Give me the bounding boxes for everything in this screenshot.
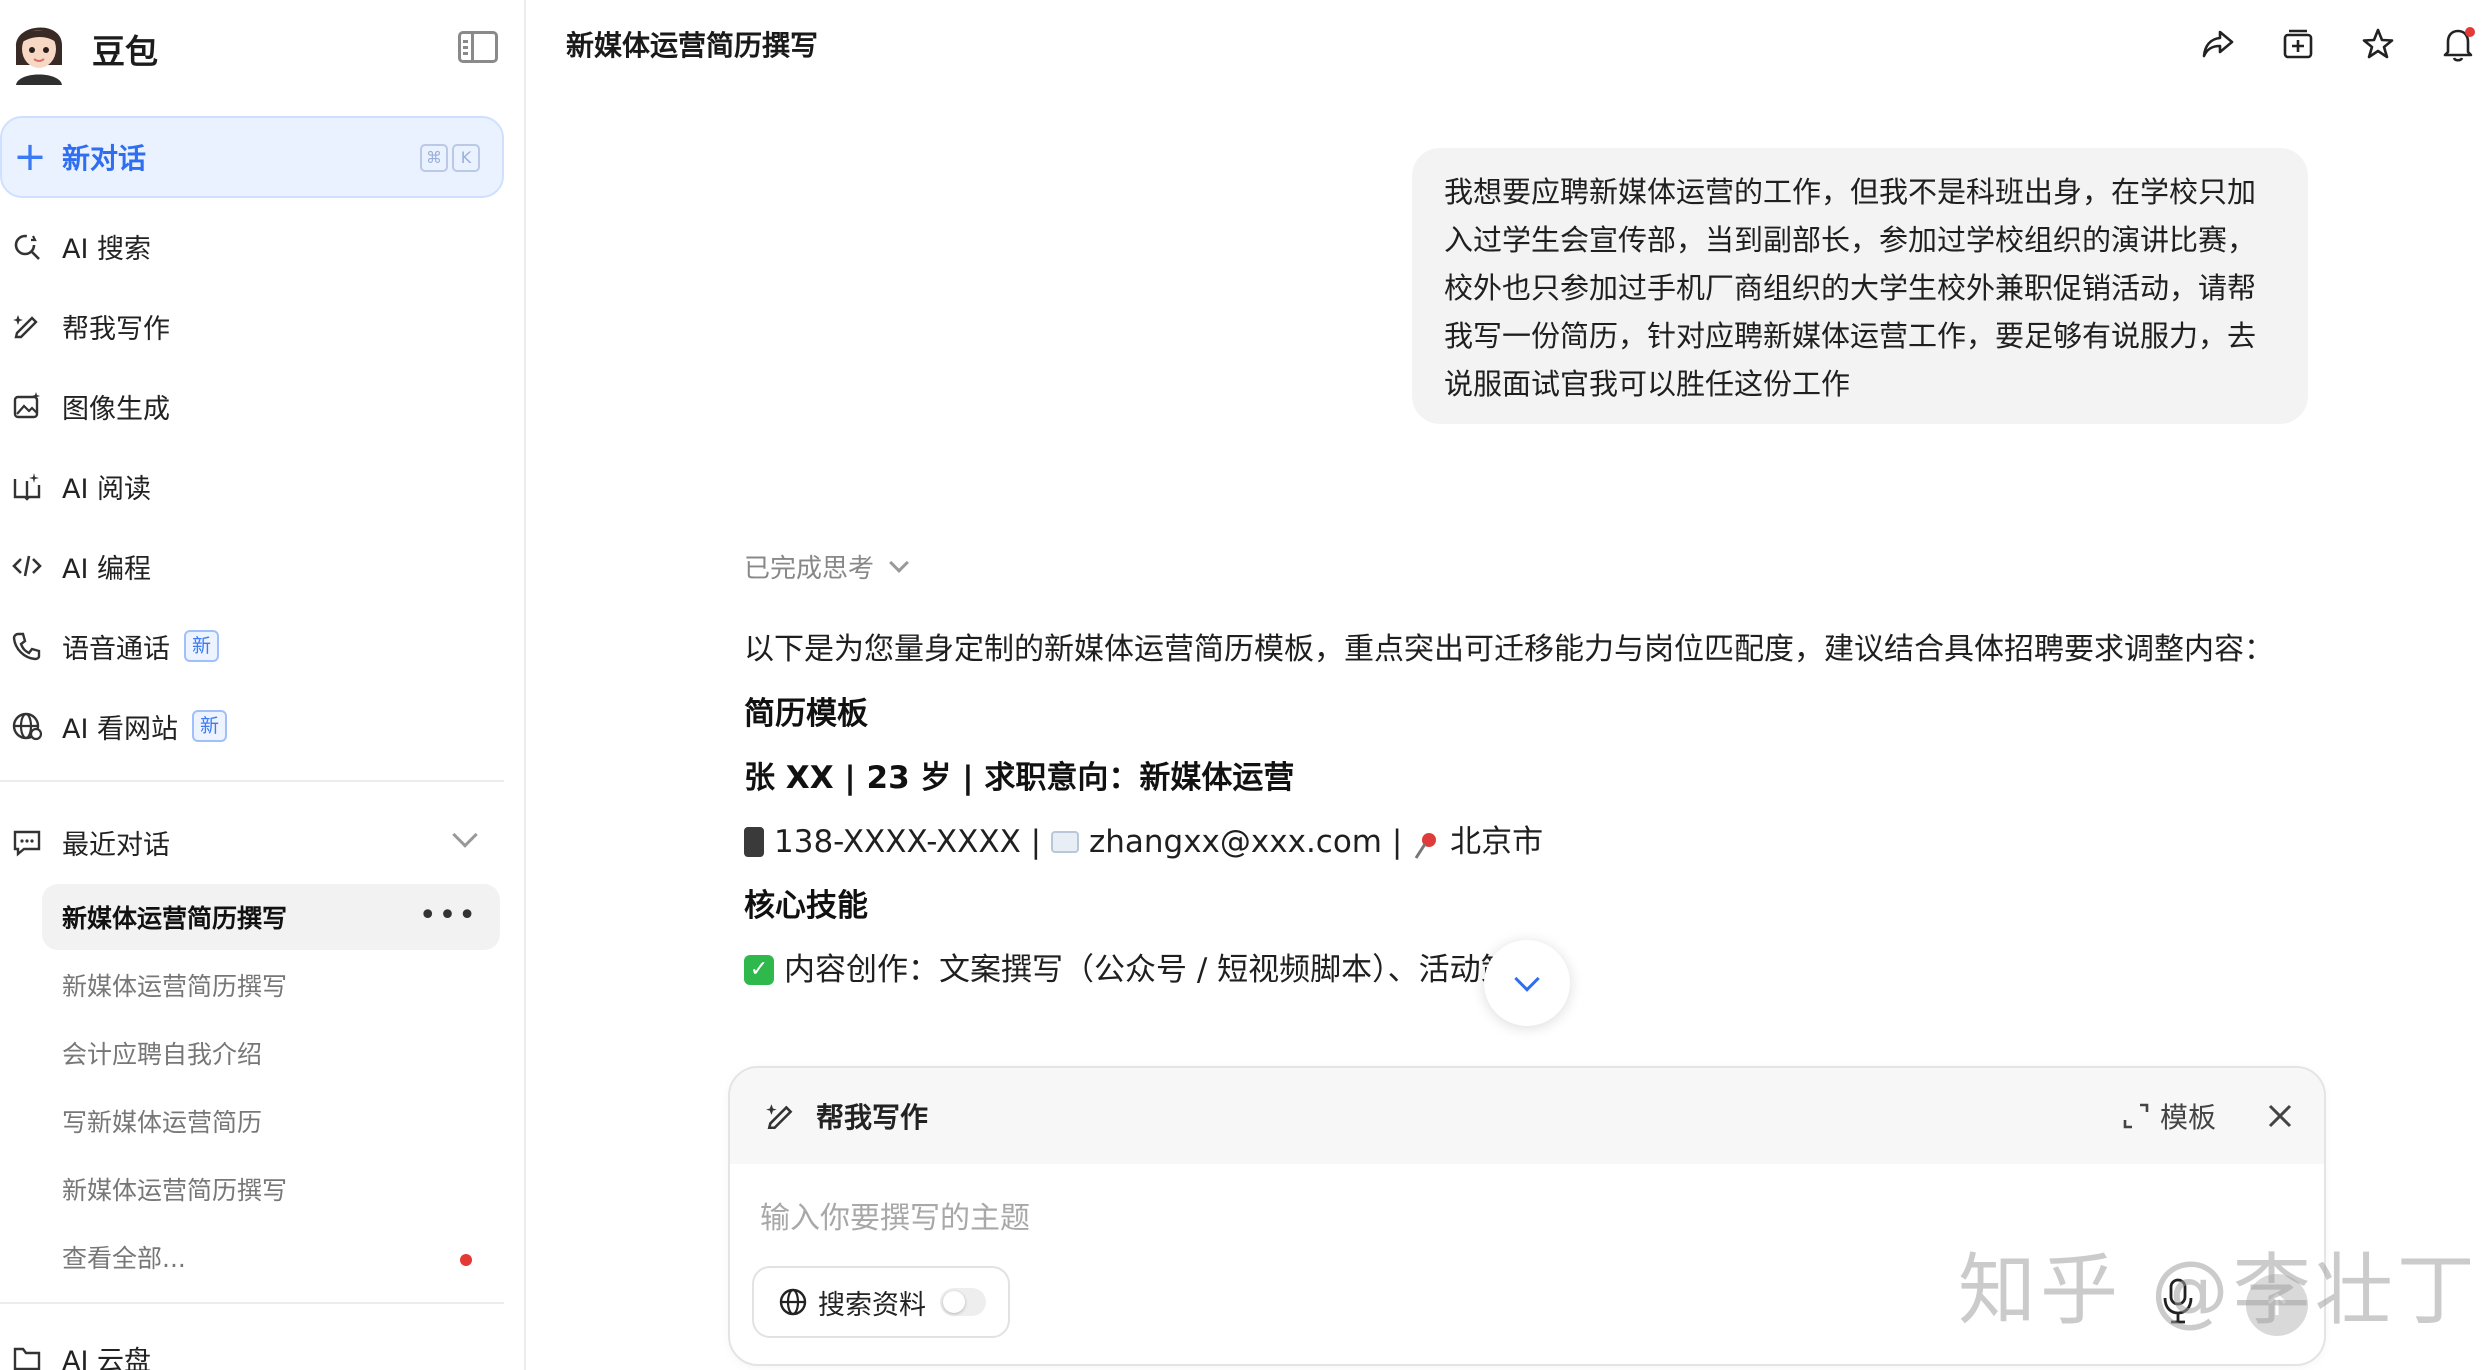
assistant-answer: 以下是为您量身定制的新媒体运营简历模板，重点突出可迁移能力与岗位匹配度，建议结合… (744, 626, 2314, 994)
sidebar-item-label: AI 编程 (62, 553, 152, 585)
sidebar: 豆包 + 新对话 ⌘ K AI 搜索 帮我写作 图像生成 AI 阅读 AI 编程… (0, 0, 526, 1370)
sidebar-item-label: AI 看网站 (62, 713, 179, 745)
phone-icon (10, 629, 44, 663)
chevron-down-icon[interactable] (452, 822, 478, 848)
contact-phone: 138-XXXX-XXXX (774, 824, 1021, 860)
resume-contact-line: 138-XXXX-XXXX | zhangxx@xxx.com | 北京市 (744, 818, 2314, 866)
sidebar-item-ai-reading[interactable]: AI 阅读 (0, 456, 504, 516)
chat-bubble-icon (10, 825, 44, 859)
add-to-collection-icon[interactable] (2276, 22, 2320, 66)
plus-icon: + (13, 134, 47, 180)
phone-emoji-icon (744, 827, 764, 857)
email-emoji-icon (1050, 831, 1079, 853)
conversation-item[interactable]: 写新媒体运营简历 (42, 1088, 500, 1154)
new-chat-label: 新对话 (62, 142, 147, 175)
conversation-item[interactable]: 新媒体运营简历撰写 (42, 952, 500, 1018)
image-sparkle-icon (10, 389, 44, 423)
pin-emoji-icon (1412, 827, 1440, 859)
contact-city: 北京市 (1450, 824, 1544, 860)
chevron-down-icon (1514, 966, 1540, 992)
composer-mode-header: 帮我写作 (730, 1068, 2324, 1164)
resume-name-line: 张 XX | 23 岁 | 求职意向：新媒体运营 (744, 760, 1295, 796)
conversation-label: 会计应聘自我介绍 (62, 1040, 263, 1069)
k-key-icon: K (452, 144, 480, 172)
sidebar-item-label: 图像生成 (62, 393, 170, 425)
sidebar-item-ai-coding[interactable]: AI 编程 (0, 536, 504, 596)
sidebar-item-label: 帮我写作 (62, 313, 170, 345)
scroll-to-bottom-button[interactable] (1484, 940, 1570, 1026)
skills-heading: 核心技能 (744, 888, 868, 924)
conversation-label: 新媒体运营简历撰写 (62, 904, 288, 933)
sidebar-divider (0, 780, 504, 782)
cloud-drive-icon (10, 1341, 44, 1370)
app-window: 豆包 + 新对话 ⌘ K AI 搜索 帮我写作 图像生成 AI 阅读 AI 编程… (0, 0, 2484, 1370)
search-materials-label: 搜索资料 (818, 1289, 926, 1321)
globe-icon (10, 709, 44, 743)
thinking-label: 已完成思考 (744, 554, 875, 584)
chevron-down-icon (889, 552, 909, 573)
composer-mode-title: 帮我写作 (816, 1101, 929, 1134)
sidebar-item-voice-call[interactable]: 语音通话 新 (0, 616, 504, 676)
conversation-item[interactable]: 会计应聘自我介绍 (42, 1020, 500, 1086)
close-icon[interactable] (2260, 1096, 2300, 1136)
pen-sparkle-icon (10, 309, 44, 343)
sidebar-item-label: AI 云盘 (62, 1345, 152, 1370)
sidebar-item-writing[interactable]: 帮我写作 (0, 296, 504, 356)
search-toggle-switch[interactable] (940, 1288, 986, 1316)
skill-text: 内容创作：文案撰写（公众号 / 短视频脚本）、活动策划 (784, 952, 1543, 988)
search-refresh-icon (10, 229, 44, 263)
contact-separator: | (1020, 824, 1051, 860)
conversation-label: 新媒体运营简历撰写 (62, 1176, 288, 1205)
answer-heading: 简历模板 (744, 696, 868, 732)
star-icon[interactable] (2356, 22, 2400, 66)
recent-conversations-title: 最近对话 (62, 829, 170, 861)
sidebar-divider (0, 1302, 504, 1304)
new-chat-button[interactable]: + 新对话 ⌘ K (0, 116, 504, 198)
brand-name: 豆包 (92, 32, 158, 71)
view-all-label: 查看全部... (62, 1244, 186, 1273)
expand-icon (2120, 1100, 2152, 1132)
sidebar-collapse-icon[interactable] (458, 31, 498, 63)
new-badge: 新 (192, 710, 228, 742)
sidebar-item-ai-web[interactable]: AI 看网站 新 (0, 696, 504, 756)
cmd-key-icon: ⌘ (420, 144, 448, 172)
sidebar-item-label: 语音通话 (62, 633, 170, 665)
sidebar-item-label: AI 搜索 (62, 233, 152, 265)
doubao-avatar-icon (8, 13, 70, 85)
sidebar-item-ai-search[interactable]: AI 搜索 (0, 216, 504, 276)
brand[interactable]: 豆包 (8, 13, 158, 85)
watermark: 知乎 @李壮丁 (1958, 1246, 2479, 1336)
conversation-label: 新媒体运营简历撰写 (62, 972, 288, 1001)
sidebar-item-ai-cloud[interactable]: AI 云盘 (0, 1328, 504, 1370)
globe-icon (778, 1287, 808, 1317)
share-icon[interactable] (2196, 22, 2240, 66)
conversation-label: 写新媒体运营简历 (62, 1108, 263, 1137)
contact-separator: | (1382, 824, 1413, 860)
check-mark-icon: ✓ (744, 955, 774, 985)
bell-icon[interactable] (2436, 22, 2480, 66)
view-all-link[interactable]: 查看全部... (42, 1224, 500, 1290)
contact-email: zhangxx@xxx.com (1088, 824, 1383, 860)
template-button[interactable]: 模板 (2120, 1096, 2216, 1136)
thinking-status-toggle[interactable]: 已完成思考 (744, 548, 909, 585)
more-options-icon[interactable]: ••• (419, 898, 478, 933)
page-title: 新媒体运营简历撰写 (566, 29, 819, 62)
search-materials-toggle[interactable]: 搜索资料 (752, 1266, 1010, 1338)
sidebar-item-image-gen[interactable]: 图像生成 (0, 376, 504, 436)
unread-dot (460, 1254, 472, 1266)
code-icon (10, 549, 44, 583)
template-label: 模板 (2160, 1101, 2217, 1134)
user-message-bubble: 我想要应聘新媒体运营的工作，但我不是科班出身，在学校只加入过学生会宣传部，当到副… (1412, 148, 2308, 424)
conversation-item[interactable]: 新媒体运营简历撰写 (42, 1156, 500, 1222)
sidebar-item-label: AI 阅读 (62, 473, 152, 505)
recent-conversations-header[interactable]: 最近对话 (0, 812, 504, 872)
answer-intro: 以下是为您量身定制的新媒体运营简历模板，重点突出可迁移能力与岗位匹配度，建议结合… (744, 632, 2274, 667)
new-badge: 新 (184, 630, 220, 662)
conversation-item-active[interactable]: 新媒体运营简历撰写 ••• (42, 884, 500, 950)
book-sparkle-icon (10, 469, 44, 503)
pen-sparkle-icon (764, 1099, 798, 1133)
